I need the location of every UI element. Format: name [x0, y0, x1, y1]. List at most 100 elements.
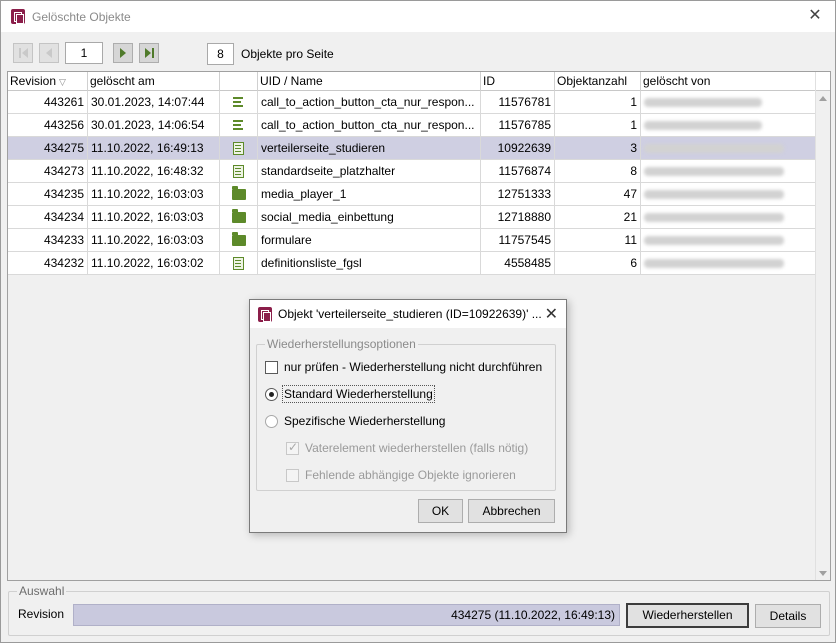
revision-cell: 434275 — [8, 137, 88, 159]
type-icon-cell — [220, 252, 258, 274]
redacted-user-name — [644, 259, 784, 268]
folder-icon — [231, 231, 246, 246]
dialog-title-bar: Objekt 'verteilerseite_studieren (ID=109… — [250, 300, 566, 328]
column-header-count[interactable]: Objektanzahl — [555, 72, 641, 91]
id-cell: 11576874 — [481, 160, 555, 182]
object-count-cell: 21 — [555, 206, 641, 228]
per-page-label: Objekte pro Seite — [241, 47, 334, 61]
deleted-at-cell: 30.01.2023, 14:07:44 — [88, 91, 220, 113]
deleted-by-cell — [641, 160, 816, 182]
uid-cell: media_player_1 — [258, 183, 481, 205]
column-header-revision[interactable]: Revision ▽ — [8, 72, 88, 91]
column-header-type[interactable] — [220, 72, 258, 91]
dialog-title: Objekt 'verteilerseite_studieren (ID=109… — [278, 307, 542, 321]
object-count-cell: 6 — [555, 252, 641, 274]
id-cell: 11576785 — [481, 114, 555, 136]
close-icon[interactable]: ✕ — [545, 304, 558, 324]
specific-restore-option[interactable]: Spezifische Wiederherstellung — [265, 414, 445, 428]
table-row[interactable]: 434233 11.10.2022, 16:03:03 formulare 11757… — [8, 229, 816, 252]
revision-cell: 434273 — [8, 160, 88, 182]
restore-options-legend: Wiederherstellungsoptionen — [265, 337, 418, 351]
first-page-button[interactable] — [13, 43, 33, 63]
revision-cell: 434232 — [8, 252, 88, 274]
table-row[interactable]: 434234 11.10.2022, 16:03:03 social_media_e… — [8, 206, 816, 229]
prev-page-button[interactable] — [39, 43, 59, 63]
deleted-by-cell — [641, 229, 816, 251]
cancel-button[interactable]: Abbrechen — [468, 499, 555, 523]
object-count-cell: 11 — [555, 229, 641, 251]
redacted-user-name — [644, 190, 784, 199]
object-count-cell: 3 — [555, 137, 641, 159]
id-cell: 12718880 — [481, 206, 555, 228]
table-row[interactable]: 443261 30.01.2023, 14:07:44 call_to_action… — [8, 91, 816, 114]
object-count-cell: 8 — [555, 160, 641, 182]
column-header-deleted-by[interactable]: gelöscht von — [641, 72, 816, 91]
standard-restore-label: Standard Wiederherstellung — [282, 385, 435, 403]
last-page-button[interactable] — [139, 43, 159, 63]
table-row[interactable]: 434232 11.10.2022, 16:03:02 definitionslis… — [8, 252, 816, 275]
table-row[interactable]: 434275 11.10.2022, 16:49:13 verteilerseite… — [8, 137, 816, 160]
id-cell: 10922639 — [481, 137, 555, 159]
ok-button[interactable]: OK — [418, 499, 463, 523]
scroll-up-icon[interactable] — [816, 91, 830, 105]
specific-restore-label: Spezifische Wiederherstellung — [284, 414, 446, 428]
restore-button[interactable]: Wiederherstellen — [626, 603, 749, 628]
document-icon — [233, 164, 244, 178]
deleted-at-cell: 30.01.2023, 14:06:54 — [88, 114, 220, 136]
type-icon-cell — [220, 114, 258, 136]
object-count-cell: 1 — [555, 91, 641, 113]
redacted-user-name — [644, 236, 784, 245]
check-only-label: nur prüfen - Wiederherstellung nicht dur… — [284, 360, 543, 374]
revision-label: Revision — [18, 607, 65, 621]
id-cell: 11576781 — [481, 91, 555, 113]
table-row[interactable]: 434235 11.10.2022, 16:03:03 media_player_1… — [8, 183, 816, 206]
table-row[interactable]: 434273 11.10.2022, 16:48:32 standardseite_… — [8, 160, 816, 183]
column-header-id[interactable]: ID — [481, 72, 555, 91]
uid-cell: social_media_einbettung — [258, 206, 481, 228]
revision-cell: 434235 — [8, 183, 88, 205]
deleted-by-cell — [641, 114, 816, 136]
selection-legend: Auswahl — [17, 584, 67, 598]
standard-restore-option[interactable]: Standard Wiederherstellung — [265, 385, 435, 403]
vertical-scrollbar[interactable] — [815, 72, 830, 580]
redacted-user-name — [644, 213, 784, 222]
lines-icon — [232, 120, 245, 130]
table-body: 443261 30.01.2023, 14:07:44 call_to_action… — [8, 91, 816, 275]
deleted-by-cell — [641, 183, 816, 205]
check-only-checkbox[interactable] — [265, 360, 278, 374]
type-icon-cell — [220, 206, 258, 228]
per-page-input[interactable]: 8 — [207, 43, 234, 65]
deleted-by-cell — [641, 137, 816, 159]
table-header: Revision ▽ gelöscht am UID / Name ID Obje… — [8, 72, 816, 91]
revision-cell: 443261 — [8, 91, 88, 113]
object-count-cell: 47 — [555, 183, 641, 205]
specific-restore-radio[interactable] — [265, 414, 278, 428]
sort-icon: ▽ — [59, 77, 66, 87]
pager: 1 — [13, 42, 165, 64]
details-button[interactable]: Details — [755, 604, 821, 628]
next-page-button[interactable] — [113, 43, 133, 63]
column-header-uid[interactable]: UID / Name — [258, 72, 481, 91]
redacted-user-name — [644, 98, 762, 107]
page-number-input[interactable]: 1 — [65, 42, 103, 64]
type-icon-cell — [220, 229, 258, 251]
type-icon-cell — [220, 160, 258, 182]
app-icon — [258, 306, 272, 322]
deleted-by-cell — [641, 91, 816, 113]
check-only-option[interactable]: nur prüfen - Wiederherstellung nicht dur… — [265, 360, 542, 374]
table-row[interactable]: 443256 30.01.2023, 14:06:54 call_to_action… — [8, 114, 816, 137]
ignore-dependencies-checkbox — [286, 468, 299, 482]
deleted-by-cell — [641, 252, 816, 274]
redacted-user-name — [644, 121, 762, 130]
standard-restore-radio[interactable] — [265, 387, 278, 401]
column-header-deleted-at[interactable]: gelöscht am — [88, 72, 220, 91]
revision-cell: 443256 — [8, 114, 88, 136]
redacted-user-name — [644, 144, 784, 153]
close-icon[interactable]: ✕ — [805, 6, 825, 26]
deleted-at-cell: 11.10.2022, 16:03:03 — [88, 206, 220, 228]
scroll-down-icon[interactable] — [816, 566, 830, 580]
type-icon-cell — [220, 183, 258, 205]
folder-icon — [231, 185, 246, 200]
restore-parent-option: Vaterelement wiederherstellen (falls nöt… — [286, 440, 528, 455]
redacted-user-name — [644, 167, 784, 176]
